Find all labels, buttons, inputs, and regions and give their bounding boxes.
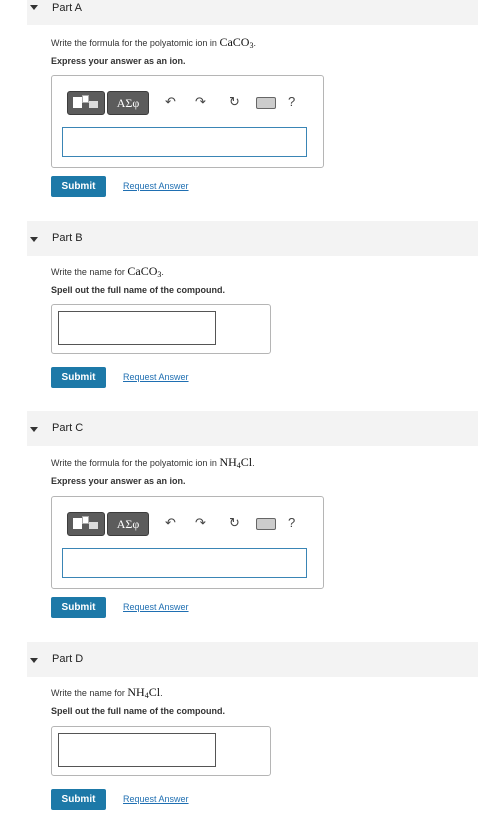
part-c-header[interactable] <box>27 411 478 446</box>
prompt-text: Write the formula for the polyatomic ion… <box>51 458 217 468</box>
compound-formula: NH4Cl <box>127 685 161 700</box>
math-editor: ΑΣφ ↶ ↷ ↻ ? <box>51 496 324 589</box>
compound-formula: CaCO3 <box>219 35 254 50</box>
greek-symbols-button[interactable]: ΑΣφ <box>107 91 149 115</box>
compound-formula: NH4Cl <box>219 455 253 470</box>
part-d-title: Part D <box>52 653 84 665</box>
part-b-prompt: Write the name for CaCO3. <box>51 264 164 279</box>
compound-formula: CaCO3 <box>127 264 162 279</box>
templates-button[interactable] <box>67 91 105 115</box>
collapse-caret-icon[interactable] <box>30 5 38 10</box>
request-answer-link[interactable]: Request Answer <box>123 597 189 618</box>
part-d-header[interactable] <box>27 642 478 677</box>
template-icon <box>73 97 82 108</box>
prompt-text: Write the name for <box>51 688 125 698</box>
keyboard-icon[interactable] <box>256 518 276 530</box>
answer-input[interactable] <box>58 311 216 345</box>
collapse-caret-icon[interactable] <box>30 237 38 242</box>
template-icon <box>73 518 82 529</box>
answer-input[interactable] <box>62 548 307 578</box>
collapse-caret-icon[interactable] <box>30 658 38 663</box>
part-d-instruction: Spell out the full name of the compound. <box>51 706 225 716</box>
part-a-title: Part A <box>52 2 82 14</box>
part-b-instruction: Spell out the full name of the compound. <box>51 285 225 295</box>
submit-button[interactable]: Submit <box>51 176 106 197</box>
part-b-title: Part B <box>52 232 83 244</box>
answer-input[interactable] <box>58 733 216 767</box>
templates-button[interactable] <box>67 512 105 536</box>
redo-icon[interactable]: ↷ <box>195 94 206 110</box>
reset-icon[interactable]: ↻ <box>229 94 240 110</box>
redo-icon[interactable]: ↷ <box>195 515 206 531</box>
part-d-prompt: Write the name for NH4Cl. <box>51 685 163 700</box>
part-a-prompt: Write the formula for the polyatomic ion… <box>51 35 256 50</box>
undo-icon[interactable]: ↶ <box>165 94 176 110</box>
submit-button[interactable]: Submit <box>51 597 106 618</box>
request-answer-link[interactable]: Request Answer <box>123 367 189 388</box>
part-c-prompt: Write the formula for the polyatomic ion… <box>51 455 255 470</box>
answer-container <box>51 726 271 776</box>
part-a-instruction: Express your answer as an ion. <box>51 56 186 66</box>
answer-container <box>51 304 271 354</box>
submit-button[interactable]: Submit <box>51 367 106 388</box>
part-a-header[interactable] <box>27 0 478 25</box>
prompt-text: Write the name for <box>51 267 125 277</box>
answer-input[interactable] <box>62 127 307 157</box>
request-answer-link[interactable]: Request Answer <box>123 176 189 197</box>
part-c-title: Part C <box>52 422 84 434</box>
reset-icon[interactable]: ↻ <box>229 515 240 531</box>
request-answer-link[interactable]: Request Answer <box>123 789 189 810</box>
keyboard-icon[interactable] <box>256 97 276 109</box>
greek-symbols-button[interactable]: ΑΣφ <box>107 512 149 536</box>
part-c-instruction: Express your answer as an ion. <box>51 476 186 486</box>
undo-icon[interactable]: ↶ <box>165 515 176 531</box>
help-icon[interactable]: ? <box>288 515 295 531</box>
collapse-caret-icon[interactable] <box>30 427 38 432</box>
submit-button[interactable]: Submit <box>51 789 106 810</box>
help-icon[interactable]: ? <box>288 94 295 110</box>
math-editor: ΑΣφ ↶ ↷ ↻ ? <box>51 75 324 168</box>
part-b-header[interactable] <box>27 221 478 256</box>
prompt-text: Write the formula for the polyatomic ion… <box>51 38 217 48</box>
